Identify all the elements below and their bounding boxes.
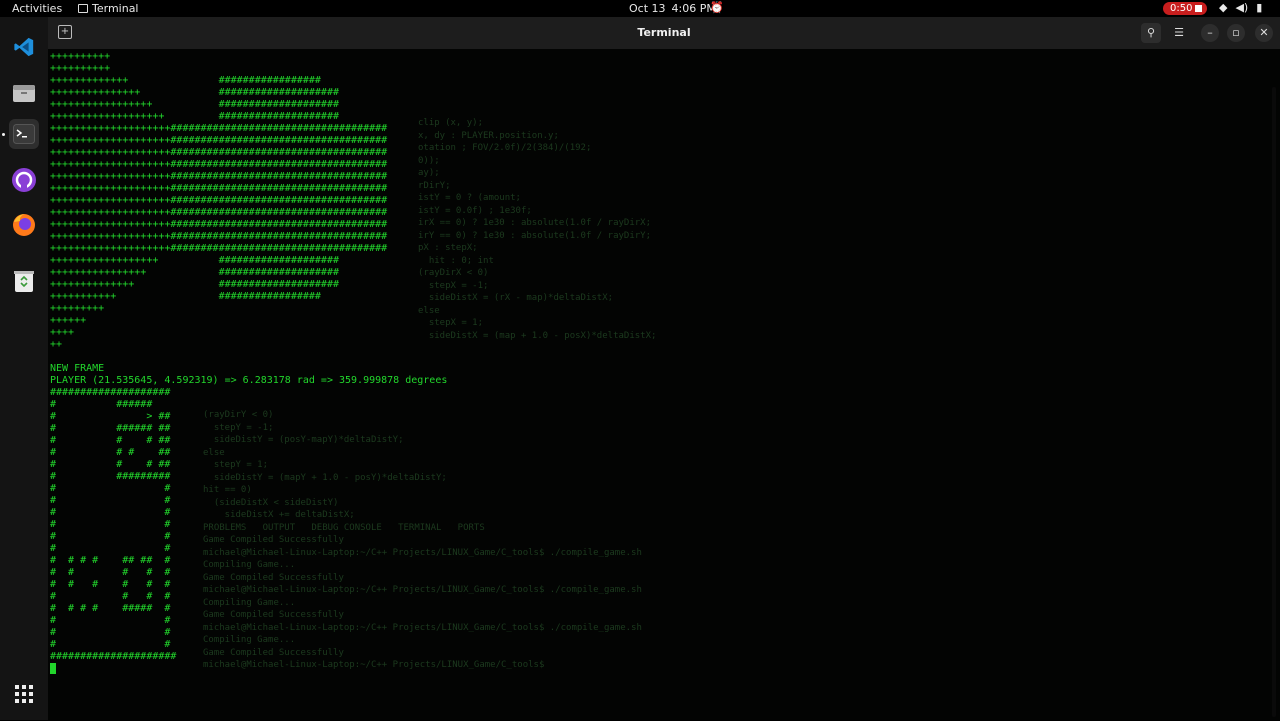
running-indicator bbox=[2, 133, 5, 136]
system-menu[interactable]: ◆ ◀) ▮ bbox=[1219, 1, 1262, 14]
terminal-line: # # bbox=[50, 507, 171, 518]
terminal-line: # # bbox=[50, 543, 171, 554]
screen-recording-indicator[interactable]: 0:50 bbox=[1163, 2, 1207, 15]
terminal-line: ++ bbox=[50, 339, 63, 350]
terminal-prompt-line bbox=[50, 663, 1270, 675]
app-menu[interactable]: Terminal bbox=[78, 2, 139, 15]
terminal-line: # ######### bbox=[50, 471, 171, 482]
wifi-icon: ◆ bbox=[1219, 1, 1228, 14]
terminal-line: ##################### bbox=[50, 651, 177, 662]
dock bbox=[0, 17, 48, 720]
trash-icon bbox=[14, 271, 34, 292]
maximize-icon: ▫ bbox=[1232, 26, 1240, 39]
battery-icon: ▮ bbox=[1256, 1, 1263, 14]
close-button[interactable]: ✕ bbox=[1255, 24, 1273, 42]
terminal-line: # # bbox=[50, 639, 171, 650]
stop-recording-icon bbox=[1195, 5, 1202, 12]
dock-item-terminal[interactable] bbox=[9, 119, 39, 149]
alarm-icon[interactable]: ⏰ bbox=[710, 1, 724, 14]
dock-item-app-grid[interactable] bbox=[9, 679, 39, 709]
terminal-line: ++++++ bbox=[50, 315, 87, 326]
terminal-line: +++++++++++++++++++ #################### bbox=[50, 111, 339, 122]
maximize-button[interactable]: ▫ bbox=[1227, 24, 1245, 42]
volume-icon: ◀) bbox=[1235, 1, 1249, 14]
terminal-line: # ###### ## bbox=[50, 423, 171, 434]
terminal-window: + Terminal ⚲ ☰ – ▫ ✕ clip (x, y); x, dy :… bbox=[48, 17, 1280, 720]
terminal-line: #################### bbox=[50, 387, 171, 398]
terminal-line: # # bbox=[50, 483, 171, 494]
terminal-line: +++++++++++++++ #################### bbox=[50, 87, 339, 98]
terminal-line: +++++++++ bbox=[50, 303, 105, 314]
top-bar: Activities Terminal Oct 13 4:06 PM ⏰ 0:50… bbox=[0, 0, 1280, 17]
terminal-line: ++++++++++++++++++++####################… bbox=[50, 195, 388, 206]
minimize-button[interactable]: – bbox=[1201, 24, 1219, 42]
files-icon bbox=[13, 85, 35, 102]
terminal-line: # # # ## bbox=[50, 459, 171, 470]
terminal-line: ++++++++++++++ #################### bbox=[50, 279, 339, 290]
dock-item-trash[interactable] bbox=[9, 266, 39, 296]
terminal-line: ++++++++++++++++ #################### bbox=[50, 267, 339, 278]
terminal-line: # # # # # bbox=[50, 567, 171, 578]
window-title: Terminal bbox=[637, 26, 691, 39]
terminal-line: # # bbox=[50, 531, 171, 542]
close-icon: ✕ bbox=[1259, 26, 1269, 39]
terminal-output[interactable]: ++++++++++ ++++++++++ +++++++++++++ ######… bbox=[50, 51, 1270, 721]
terminal-line: ++++++++++++++++++++####################… bbox=[50, 159, 388, 170]
search-icon: ⚲ bbox=[1146, 26, 1156, 39]
terminal-line: NEW FRAME bbox=[50, 363, 105, 374]
terminal-line: ++++++++++++++++++++####################… bbox=[50, 147, 388, 158]
recording-time: 0:50 bbox=[1170, 3, 1193, 14]
terminal-line: # # bbox=[50, 519, 171, 530]
dock-item-github[interactable] bbox=[9, 165, 39, 195]
menu-button[interactable]: ☰ bbox=[1169, 23, 1189, 43]
app-menu-label: Terminal bbox=[92, 2, 139, 15]
terminal-line: ++++ bbox=[50, 327, 75, 338]
terminal-line: +++++++++++++ ################# bbox=[50, 75, 321, 86]
terminal-line: ++++++++++++++++++ #################### bbox=[50, 255, 339, 266]
terminal-line: ++++++++++++++++++++####################… bbox=[50, 231, 388, 242]
terminal-line: ++++++++++++++++++++####################… bbox=[50, 123, 388, 134]
terminal-line: # > ## bbox=[50, 411, 171, 422]
terminal-line: # # bbox=[50, 627, 171, 638]
terminal-line: ++++++++++++++++++++####################… bbox=[50, 219, 388, 230]
vscode-icon bbox=[14, 37, 34, 57]
window-titlebar[interactable]: + Terminal ⚲ ☰ – ▫ ✕ bbox=[48, 17, 1280, 49]
terminal-line: # # # # # # bbox=[50, 579, 171, 590]
terminal-line: +++++++++++++++++ #################### bbox=[50, 99, 339, 110]
dock-item-vscode[interactable] bbox=[9, 32, 39, 62]
terminal-app-icon bbox=[78, 4, 88, 13]
terminal-line: ++++++++++++++++++++####################… bbox=[50, 135, 388, 146]
clock-date: Oct 13 bbox=[629, 2, 666, 15]
search-button[interactable]: ⚲ bbox=[1141, 23, 1161, 43]
terminal-line: # # # # ##### # bbox=[50, 603, 171, 614]
terminal-line: # # bbox=[50, 495, 171, 506]
terminal-scrollbar[interactable] bbox=[1272, 87, 1276, 717]
terminal-line: ++++++++++ bbox=[50, 51, 111, 62]
dock-item-files[interactable] bbox=[9, 78, 39, 108]
firefox-icon bbox=[13, 214, 35, 236]
terminal-line: PLAYER (21.535645, 4.592319) => 6.283178… bbox=[50, 375, 448, 386]
terminal-line: ++++++++++ bbox=[50, 63, 111, 74]
terminal-line: +++++++++++ ################# bbox=[50, 291, 321, 302]
terminal-icon bbox=[13, 124, 35, 144]
clock[interactable]: Oct 13 4:06 PM bbox=[629, 2, 722, 15]
terminal-line: ++++++++++++++++++++####################… bbox=[50, 243, 388, 254]
terminal-line: ++++++++++++++++++++####################… bbox=[50, 183, 388, 194]
terminal-line: # # # ## bbox=[50, 435, 171, 446]
activities-button[interactable]: Activities bbox=[12, 2, 62, 15]
hamburger-icon: ☰ bbox=[1174, 26, 1184, 39]
terminal-line: ++++++++++++++++++++####################… bbox=[50, 207, 388, 218]
dock-item-firefox[interactable] bbox=[9, 210, 39, 240]
app-grid-icon bbox=[15, 685, 33, 703]
github-desktop-icon bbox=[12, 168, 36, 192]
terminal-line: # # # # bbox=[50, 591, 171, 602]
terminal-cursor bbox=[50, 663, 56, 674]
terminal-line: ++++++++++++++++++++####################… bbox=[50, 171, 388, 182]
terminal-line: # # # # ## ## # bbox=[50, 555, 171, 566]
minimize-icon: – bbox=[1207, 26, 1213, 39]
terminal-line: # ###### bbox=[50, 399, 153, 410]
terminal-line: # # bbox=[50, 615, 171, 626]
terminal-line: # # # ## bbox=[50, 447, 171, 458]
